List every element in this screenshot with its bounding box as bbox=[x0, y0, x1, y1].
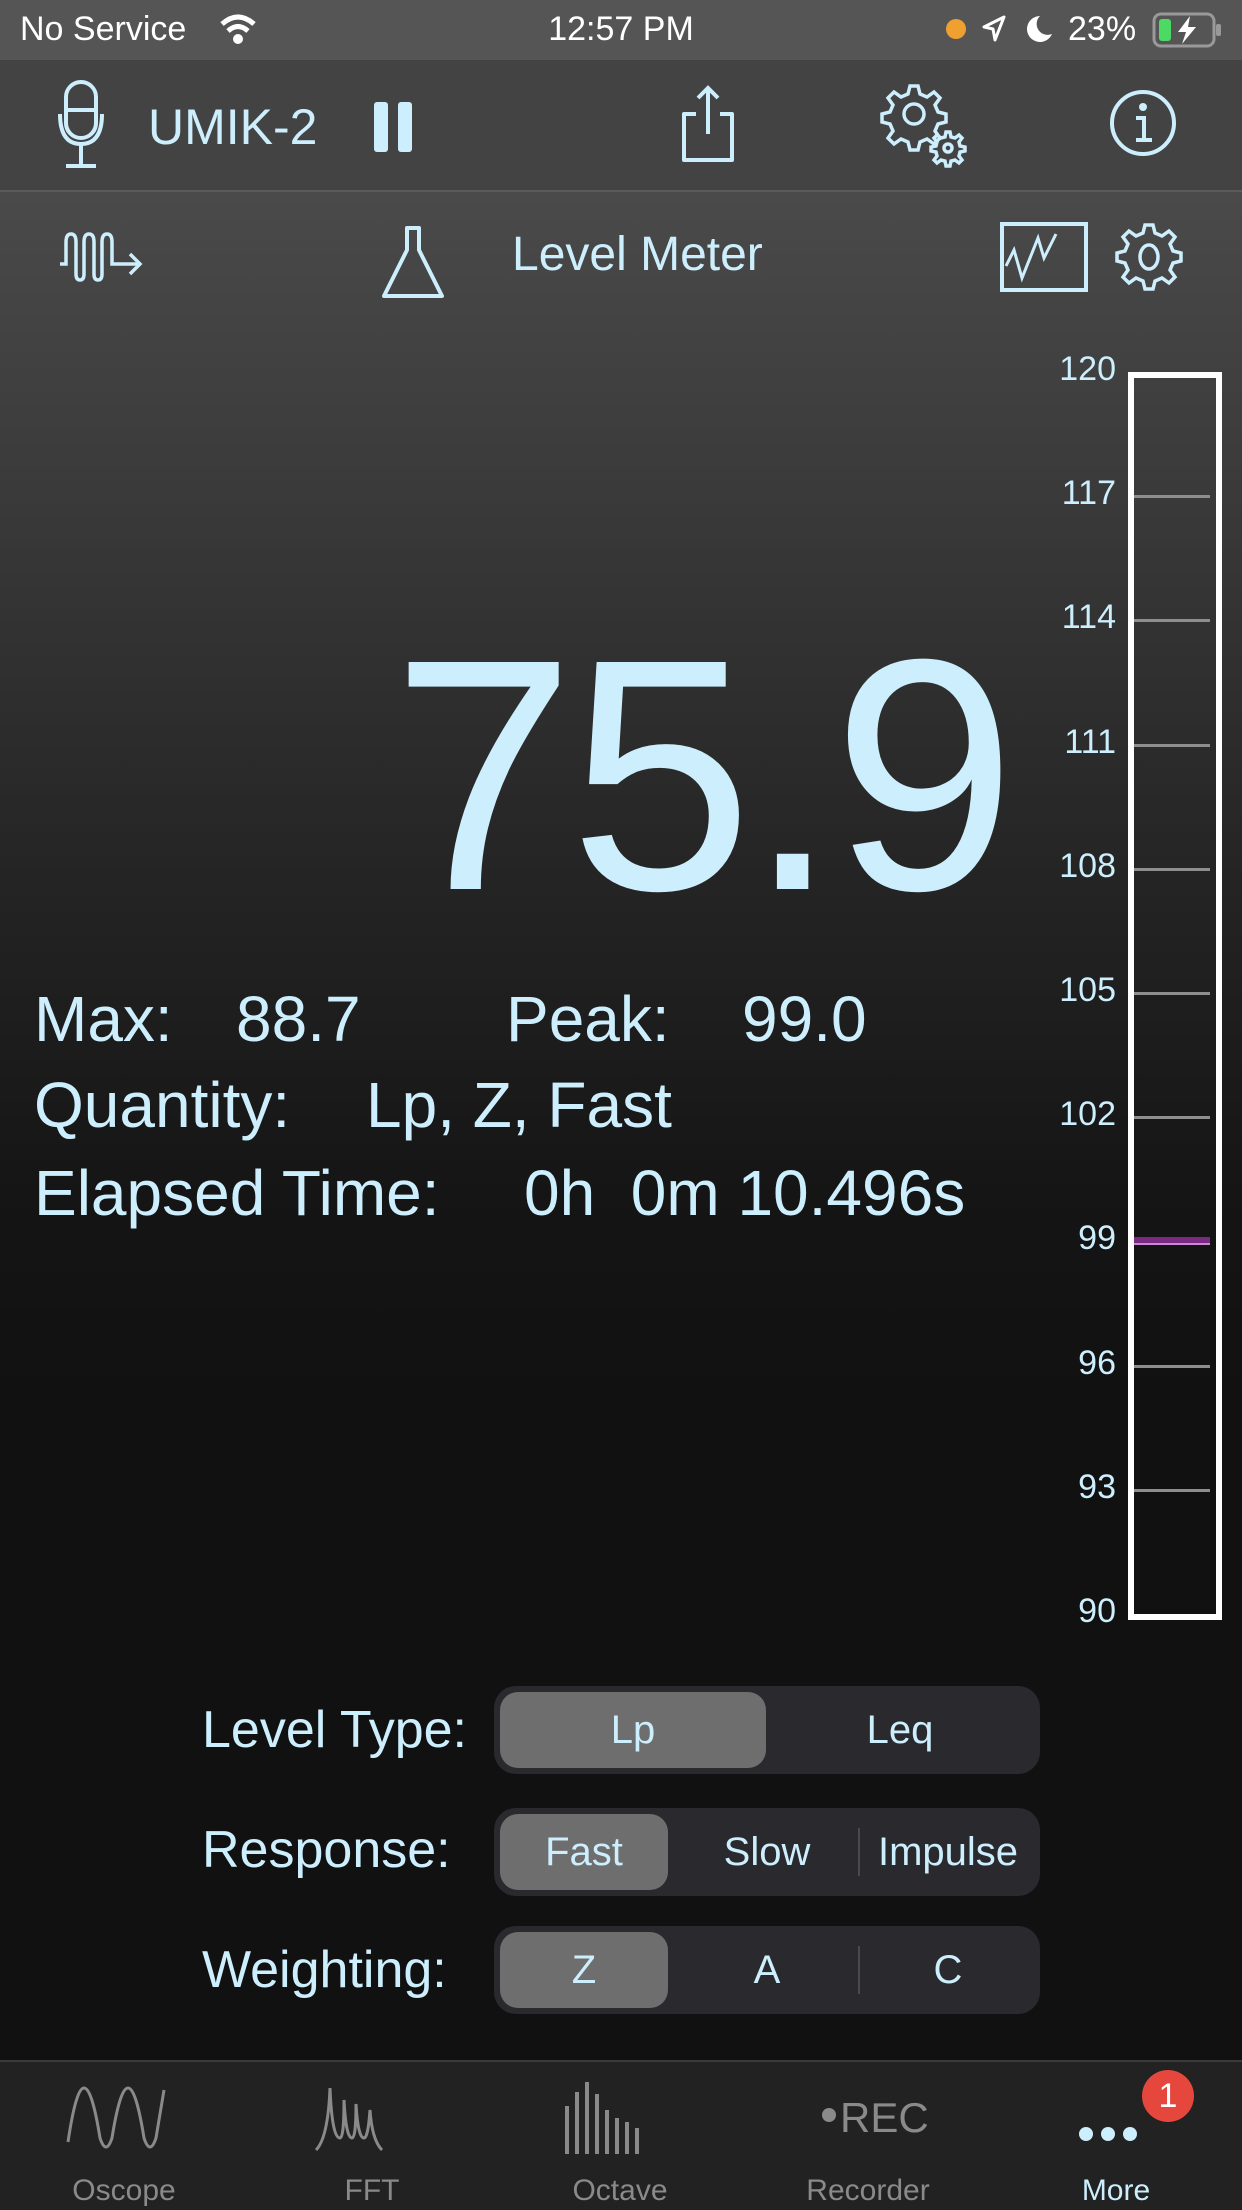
rec-icon: REC bbox=[840, 2094, 929, 2141]
gear-icon[interactable] bbox=[1114, 222, 1184, 292]
quantity-value: Lp, Z, Fast bbox=[366, 1069, 672, 1141]
tab-label: FFT bbox=[344, 2174, 400, 2207]
peak-hold-marker bbox=[1134, 1237, 1210, 1246]
elapsed-time-label: Elapsed Time: bbox=[34, 1157, 440, 1229]
meter-tick-label: 105 bbox=[1059, 971, 1116, 1009]
elapsed-time-value: 0h 0m 10.496s bbox=[524, 1157, 966, 1229]
meter-tick-line bbox=[1134, 743, 1210, 747]
meter-tick-label: 117 bbox=[1061, 474, 1116, 513]
notification-badge: 1 bbox=[1142, 2070, 1194, 2122]
tab-octave[interactable]: Octave bbox=[496, 2062, 744, 2210]
meter-tick-line bbox=[1134, 1116, 1210, 1120]
tab-recorder[interactable]: REC Recorder bbox=[744, 2062, 992, 2210]
battery-percent: 23% bbox=[1068, 10, 1137, 48]
moon-icon bbox=[1027, 16, 1052, 42]
level-type-lp[interactable]: Lp bbox=[500, 1692, 766, 1768]
weighting-segmented: Z A C bbox=[494, 1926, 1040, 2014]
max-value: 88.7 bbox=[236, 983, 361, 1055]
meter-tick-label: 120 bbox=[1059, 350, 1116, 388]
level-type-label: Level Type: bbox=[202, 1701, 468, 1759]
location-arrow-icon bbox=[982, 15, 1006, 42]
signal-generator-icon[interactable] bbox=[58, 230, 148, 284]
tab-label: Oscope bbox=[72, 2174, 176, 2207]
more-dots-icon bbox=[1079, 2127, 1137, 2141]
meter-tick-line bbox=[1134, 1488, 1210, 1492]
response-segmented: Fast Slow Impulse bbox=[494, 1808, 1040, 1896]
max-label: Max: bbox=[34, 983, 173, 1055]
response-label: Response: bbox=[202, 1821, 451, 1879]
history-graph-icon[interactable] bbox=[1000, 222, 1088, 292]
meter-tick-label: 90 bbox=[1078, 1592, 1116, 1630]
rec-dot-icon bbox=[822, 2108, 836, 2122]
tab-bar: Oscope FFT Octave REC Recorder More bbox=[0, 2060, 1242, 2210]
level-readout: 75.9 bbox=[391, 590, 1016, 959]
meter-tick-label: 96 bbox=[1078, 1343, 1116, 1382]
weighting-c[interactable]: C bbox=[860, 1932, 1036, 2008]
weighting-z[interactable]: Z bbox=[500, 1932, 668, 2008]
battery-charging-icon bbox=[1152, 12, 1221, 48]
meter-tick-label: 111 bbox=[1064, 722, 1116, 761]
octave-bars-icon bbox=[565, 2082, 639, 2154]
meter-tick-label: 102 bbox=[1059, 1095, 1116, 1134]
tab-label: More bbox=[1081, 2174, 1151, 2207]
meter-tick-label: 93 bbox=[1078, 1467, 1116, 1506]
tab-fft[interactable]: FFT bbox=[248, 2062, 496, 2210]
meter-frame bbox=[1128, 372, 1222, 1620]
meter-tick-line bbox=[1134, 495, 1210, 499]
response-impulse[interactable]: Impulse bbox=[860, 1814, 1036, 1890]
oscilloscope-wave-icon bbox=[66, 2086, 166, 2149]
orange-dot-icon bbox=[946, 19, 966, 39]
response-slow[interactable]: Slow bbox=[678, 1814, 856, 1890]
share-icon[interactable] bbox=[676, 84, 740, 164]
meter-tick-line bbox=[1134, 867, 1210, 871]
meter-tick-label: 114 bbox=[1061, 598, 1116, 637]
tab-more[interactable]: More bbox=[992, 2062, 1240, 2210]
level-type-segmented: Lp Leq bbox=[494, 1686, 1040, 1774]
weighting-a[interactable]: A bbox=[678, 1932, 856, 2008]
status-bar: No Service 12:57 PM 23% bbox=[0, 0, 1242, 60]
meter-tick-line bbox=[1134, 1364, 1210, 1368]
weighting-label: Weighting: bbox=[202, 1941, 447, 1999]
tab-oscope[interactable]: Oscope bbox=[0, 2062, 248, 2210]
response-fast[interactable]: Fast bbox=[500, 1814, 668, 1890]
peak-label: Peak: bbox=[506, 983, 670, 1055]
microphone-icon[interactable] bbox=[56, 80, 114, 170]
flask-icon[interactable] bbox=[380, 224, 446, 300]
clock: 12:57 PM bbox=[548, 10, 694, 48]
meter-tick-label: 108 bbox=[1059, 846, 1116, 885]
device-name[interactable]: UMIK-2 bbox=[148, 98, 317, 156]
quantity-label: Quantity: bbox=[34, 1069, 291, 1141]
meter-tick-line bbox=[1134, 619, 1210, 623]
peak-value: 99.0 bbox=[742, 983, 867, 1055]
tab-label: Octave bbox=[572, 2174, 668, 2207]
settings-gears-icon[interactable] bbox=[880, 80, 970, 170]
info-icon[interactable] bbox=[1108, 88, 1178, 158]
level-type-leq[interactable]: Leq bbox=[766, 1692, 1034, 1768]
page-title: Level Meter bbox=[512, 228, 763, 281]
fft-peaks-icon bbox=[314, 2087, 384, 2152]
toolbar: UMIK-2 bbox=[0, 60, 1242, 192]
tab-label: Recorder bbox=[806, 2174, 930, 2207]
meter-tick-label: 99 bbox=[1078, 1219, 1116, 1258]
meter-tick-line bbox=[1134, 992, 1210, 995]
pause-icon[interactable] bbox=[372, 100, 416, 154]
